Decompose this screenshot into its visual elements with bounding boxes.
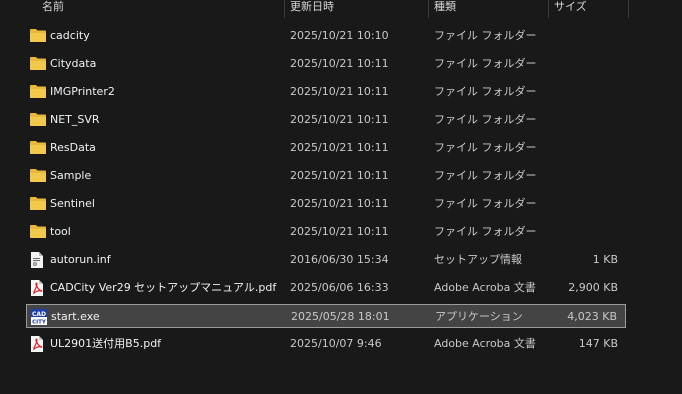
file-date: 2025/10/21 10:11 [290,197,389,210]
file-date: 2025/06/06 16:33 [290,281,389,294]
file-row[interactable]: CAD CITY start.exe 2025/05/28 18:01 アプリケーション… [26,304,626,328]
cadcity-app-icon: CAD CITY [31,305,47,329]
file-type: セットアップ情報 [434,253,522,266]
file-size: 147 KB [578,337,618,350]
folder-icon [30,52,46,76]
file-name: NET_SVR [50,113,100,126]
file-date: 2025/10/21 10:11 [290,113,389,126]
file-name: autorun.inf [50,253,111,266]
folder-icon [30,192,46,216]
file-row[interactable]: Sentinel 2025/10/21 10:11 ファイル フォルダー [26,192,626,216]
file-name: UL2901送付用B5.pdf [50,337,162,350]
left-edge [0,0,4,394]
file-date: 2025/05/28 18:01 [291,310,390,323]
file-date: 2025/10/21 10:11 [290,85,389,98]
column-header: 名前 更新日時 種類 サイズ [0,0,682,18]
file-row[interactable]: tool 2025/10/21 10:11 ファイル フォルダー [26,220,626,244]
file-row[interactable]: CADCity Ver29 セットアップマニュアル.pdf 2025/06/06 … [26,276,626,300]
file-name: Citydata [50,57,97,70]
file-date: 2025/10/07 9:46 [290,337,382,350]
setup-info-icon [30,248,46,272]
file-row[interactable]: cadcity 2025/10/21 10:10 ファイル フォルダー [26,24,626,48]
svg-text:CITY: CITY [32,320,47,326]
file-date: 2016/06/30 15:34 [290,253,389,266]
file-row[interactable]: Citydata 2025/10/21 10:11 ファイル フォルダー [26,52,626,76]
file-row[interactable]: ResData 2025/10/21 10:11 ファイル フォルダー [26,136,626,160]
file-type: ファイル フォルダー [434,85,537,98]
file-size: 1 KB [592,253,618,266]
file-type: Adobe Acroba 文書 [434,337,536,350]
column-header-date[interactable]: 更新日時 [284,0,428,18]
column-divider[interactable] [628,0,629,18]
pdf-icon [30,332,46,356]
file-date: 2025/10/21 10:11 [290,57,389,70]
file-type: ファイル フォルダー [434,29,537,42]
file-name: ResData [50,141,96,154]
file-row[interactable]: Sample 2025/10/21 10:11 ファイル フォルダー [26,164,626,188]
column-header-name[interactable]: 名前 [36,0,284,18]
file-name: Sentinel [50,197,95,210]
file-row[interactable]: UL2901送付用B5.pdf 2025/10/07 9:46 Adobe Acro… [26,332,626,356]
file-date: 2025/10/21 10:10 [290,29,389,42]
folder-icon [30,220,46,244]
file-name: CADCity Ver29 セットアップマニュアル.pdf [50,281,277,294]
file-size: 2,900 KB [568,281,618,294]
file-type: ファイル フォルダー [434,225,537,238]
folder-icon [30,164,46,188]
file-type: ファイル フォルダー [434,141,537,154]
file-type: アプリケーション [435,310,523,323]
file-type: ファイル フォルダー [434,169,537,182]
folder-icon [30,24,46,48]
file-type: Adobe Acroba 文書 [434,281,536,294]
folder-icon [30,108,46,132]
file-name: cadcity [50,29,90,42]
column-header-type[interactable]: 種類 [428,0,548,18]
column-header-size[interactable]: サイズ [548,0,628,18]
file-row[interactable]: autorun.inf 2016/06/30 15:34 セットアップ情報 1 KB [26,248,626,272]
folder-icon [30,136,46,160]
file-type: ファイル フォルダー [434,57,537,70]
file-name: Sample [50,169,92,182]
file-name: start.exe [51,310,100,323]
file-date: 2025/10/21 10:11 [290,169,389,182]
file-row[interactable]: IMGPrinter2 2025/10/21 10:11 ファイル フォルダー [26,80,626,104]
file-date: 2025/10/21 10:11 [290,225,389,238]
file-type: ファイル フォルダー [434,197,537,210]
file-size: 4,023 KB [567,310,617,323]
file-row[interactable]: NET_SVR 2025/10/21 10:11 ファイル フォルダー [26,108,626,132]
file-name: tool [50,225,71,238]
svg-text:CAD: CAD [32,311,46,318]
folder-icon [30,80,46,104]
pdf-icon [30,276,46,300]
file-date: 2025/10/21 10:11 [290,141,389,154]
file-type: ファイル フォルダー [434,113,537,126]
file-name: IMGPrinter2 [50,85,115,98]
